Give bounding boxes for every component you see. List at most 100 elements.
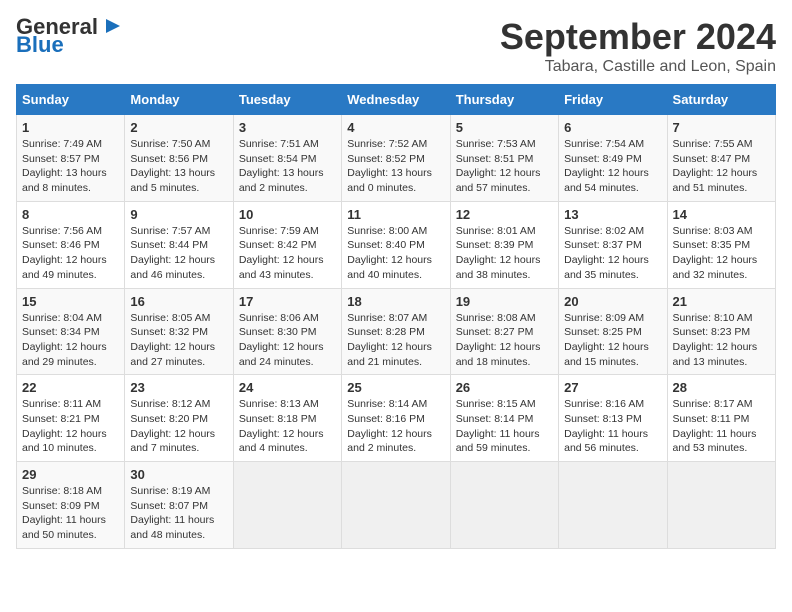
calendar-cell: 27 Sunrise: 8:16 AM Sunset: 8:13 PM Dayl… xyxy=(559,375,667,462)
day-info: Sunrise: 8:08 AM Sunset: 8:27 PM Dayligh… xyxy=(456,311,553,370)
calendar-header-row: Sunday Monday Tuesday Wednesday Thursday… xyxy=(17,85,776,115)
day-info: Sunrise: 8:06 AM Sunset: 8:30 PM Dayligh… xyxy=(239,311,336,370)
calendar-cell: 13 Sunrise: 8:02 AM Sunset: 8:37 PM Dayl… xyxy=(559,201,667,288)
col-tuesday: Tuesday xyxy=(233,85,341,115)
day-number: 4 xyxy=(347,120,444,135)
day-info: Sunrise: 8:19 AM Sunset: 8:07 PM Dayligh… xyxy=(130,484,227,543)
calendar-cell: 20 Sunrise: 8:09 AM Sunset: 8:25 PM Dayl… xyxy=(559,288,667,375)
day-number: 20 xyxy=(564,294,661,309)
day-number: 16 xyxy=(130,294,227,309)
calendar-week-row: 22 Sunrise: 8:11 AM Sunset: 8:21 PM Dayl… xyxy=(17,375,776,462)
day-info: Sunrise: 7:54 AM Sunset: 8:49 PM Dayligh… xyxy=(564,137,661,196)
calendar-cell: 23 Sunrise: 8:12 AM Sunset: 8:20 PM Dayl… xyxy=(125,375,233,462)
calendar-cell: 5 Sunrise: 7:53 AM Sunset: 8:51 PM Dayli… xyxy=(450,115,558,202)
col-wednesday: Wednesday xyxy=(342,85,450,115)
day-number: 7 xyxy=(673,120,770,135)
calendar-cell: 26 Sunrise: 8:15 AM Sunset: 8:14 PM Dayl… xyxy=(450,375,558,462)
day-info: Sunrise: 7:49 AM Sunset: 8:57 PM Dayligh… xyxy=(22,137,119,196)
calendar-table: Sunday Monday Tuesday Wednesday Thursday… xyxy=(16,84,776,549)
logo: General Blue xyxy=(16,16,122,57)
day-info: Sunrise: 8:09 AM Sunset: 8:25 PM Dayligh… xyxy=(564,311,661,370)
day-number: 30 xyxy=(130,467,227,482)
calendar-week-row: 15 Sunrise: 8:04 AM Sunset: 8:34 PM Dayl… xyxy=(17,288,776,375)
calendar-week-row: 29 Sunrise: 8:18 AM Sunset: 8:09 PM Dayl… xyxy=(17,462,776,549)
day-number: 8 xyxy=(22,207,119,222)
calendar-cell: 29 Sunrise: 8:18 AM Sunset: 8:09 PM Dayl… xyxy=(17,462,125,549)
calendar-cell: 9 Sunrise: 7:57 AM Sunset: 8:44 PM Dayli… xyxy=(125,201,233,288)
day-number: 28 xyxy=(673,380,770,395)
calendar-cell: 3 Sunrise: 7:51 AM Sunset: 8:54 PM Dayli… xyxy=(233,115,341,202)
day-info: Sunrise: 7:51 AM Sunset: 8:54 PM Dayligh… xyxy=(239,137,336,196)
day-info: Sunrise: 8:15 AM Sunset: 8:14 PM Dayligh… xyxy=(456,397,553,456)
calendar-cell: 11 Sunrise: 8:00 AM Sunset: 8:40 PM Dayl… xyxy=(342,201,450,288)
col-sunday: Sunday xyxy=(17,85,125,115)
title-block: September 2024 Tabara, Castille and Leon… xyxy=(500,16,776,76)
day-info: Sunrise: 7:55 AM Sunset: 8:47 PM Dayligh… xyxy=(673,137,770,196)
day-info: Sunrise: 7:52 AM Sunset: 8:52 PM Dayligh… xyxy=(347,137,444,196)
calendar-cell: 25 Sunrise: 8:14 AM Sunset: 8:16 PM Dayl… xyxy=(342,375,450,462)
day-info: Sunrise: 7:59 AM Sunset: 8:42 PM Dayligh… xyxy=(239,224,336,283)
day-number: 5 xyxy=(456,120,553,135)
day-info: Sunrise: 8:05 AM Sunset: 8:32 PM Dayligh… xyxy=(130,311,227,370)
calendar-cell: 1 Sunrise: 7:49 AM Sunset: 8:57 PM Dayli… xyxy=(17,115,125,202)
day-number: 3 xyxy=(239,120,336,135)
calendar-cell xyxy=(667,462,775,549)
day-info: Sunrise: 8:13 AM Sunset: 8:18 PM Dayligh… xyxy=(239,397,336,456)
calendar-week-row: 8 Sunrise: 7:56 AM Sunset: 8:46 PM Dayli… xyxy=(17,201,776,288)
day-number: 12 xyxy=(456,207,553,222)
day-info: Sunrise: 8:14 AM Sunset: 8:16 PM Dayligh… xyxy=(347,397,444,456)
day-number: 10 xyxy=(239,207,336,222)
day-number: 29 xyxy=(22,467,119,482)
day-number: 13 xyxy=(564,207,661,222)
day-number: 11 xyxy=(347,207,444,222)
day-info: Sunrise: 8:07 AM Sunset: 8:28 PM Dayligh… xyxy=(347,311,444,370)
calendar-cell: 4 Sunrise: 7:52 AM Sunset: 8:52 PM Dayli… xyxy=(342,115,450,202)
month-title: September 2024 xyxy=(500,16,776,58)
calendar-cell xyxy=(559,462,667,549)
calendar-cell: 14 Sunrise: 8:03 AM Sunset: 8:35 PM Dayl… xyxy=(667,201,775,288)
calendar-cell: 7 Sunrise: 7:55 AM Sunset: 8:47 PM Dayli… xyxy=(667,115,775,202)
day-number: 15 xyxy=(22,294,119,309)
day-info: Sunrise: 8:02 AM Sunset: 8:37 PM Dayligh… xyxy=(564,224,661,283)
col-friday: Friday xyxy=(559,85,667,115)
calendar-cell: 24 Sunrise: 8:13 AM Sunset: 8:18 PM Dayl… xyxy=(233,375,341,462)
day-number: 26 xyxy=(456,380,553,395)
logo-blue: Blue xyxy=(16,32,64,57)
calendar-cell: 19 Sunrise: 8:08 AM Sunset: 8:27 PM Dayl… xyxy=(450,288,558,375)
day-info: Sunrise: 7:57 AM Sunset: 8:44 PM Dayligh… xyxy=(130,224,227,283)
calendar-cell: 12 Sunrise: 8:01 AM Sunset: 8:39 PM Dayl… xyxy=(450,201,558,288)
day-number: 24 xyxy=(239,380,336,395)
calendar-cell xyxy=(342,462,450,549)
logo-triangle-icon xyxy=(100,15,122,37)
day-info: Sunrise: 8:10 AM Sunset: 8:23 PM Dayligh… xyxy=(673,311,770,370)
day-number: 19 xyxy=(456,294,553,309)
day-info: Sunrise: 7:50 AM Sunset: 8:56 PM Dayligh… xyxy=(130,137,227,196)
day-number: 2 xyxy=(130,120,227,135)
calendar-cell: 2 Sunrise: 7:50 AM Sunset: 8:56 PM Dayli… xyxy=(125,115,233,202)
day-info: Sunrise: 7:53 AM Sunset: 8:51 PM Dayligh… xyxy=(456,137,553,196)
col-monday: Monday xyxy=(125,85,233,115)
day-number: 18 xyxy=(347,294,444,309)
day-number: 14 xyxy=(673,207,770,222)
day-info: Sunrise: 8:17 AM Sunset: 8:11 PM Dayligh… xyxy=(673,397,770,456)
calendar-cell: 8 Sunrise: 7:56 AM Sunset: 8:46 PM Dayli… xyxy=(17,201,125,288)
calendar-cell: 22 Sunrise: 8:11 AM Sunset: 8:21 PM Dayl… xyxy=(17,375,125,462)
calendar-cell: 30 Sunrise: 8:19 AM Sunset: 8:07 PM Dayl… xyxy=(125,462,233,549)
calendar-cell: 10 Sunrise: 7:59 AM Sunset: 8:42 PM Dayl… xyxy=(233,201,341,288)
day-info: Sunrise: 8:16 AM Sunset: 8:13 PM Dayligh… xyxy=(564,397,661,456)
day-info: Sunrise: 7:56 AM Sunset: 8:46 PM Dayligh… xyxy=(22,224,119,283)
calendar-cell: 28 Sunrise: 8:17 AM Sunset: 8:11 PM Dayl… xyxy=(667,375,775,462)
day-number: 23 xyxy=(130,380,227,395)
day-number: 27 xyxy=(564,380,661,395)
calendar-cell: 16 Sunrise: 8:05 AM Sunset: 8:32 PM Dayl… xyxy=(125,288,233,375)
day-info: Sunrise: 8:04 AM Sunset: 8:34 PM Dayligh… xyxy=(22,311,119,370)
calendar-cell: 6 Sunrise: 7:54 AM Sunset: 8:49 PM Dayli… xyxy=(559,115,667,202)
day-info: Sunrise: 8:18 AM Sunset: 8:09 PM Dayligh… xyxy=(22,484,119,543)
col-thursday: Thursday xyxy=(450,85,558,115)
location-title: Tabara, Castille and Leon, Spain xyxy=(500,58,776,76)
calendar-cell: 17 Sunrise: 8:06 AM Sunset: 8:30 PM Dayl… xyxy=(233,288,341,375)
day-number: 6 xyxy=(564,120,661,135)
day-info: Sunrise: 8:12 AM Sunset: 8:20 PM Dayligh… xyxy=(130,397,227,456)
day-number: 1 xyxy=(22,120,119,135)
day-number: 17 xyxy=(239,294,336,309)
